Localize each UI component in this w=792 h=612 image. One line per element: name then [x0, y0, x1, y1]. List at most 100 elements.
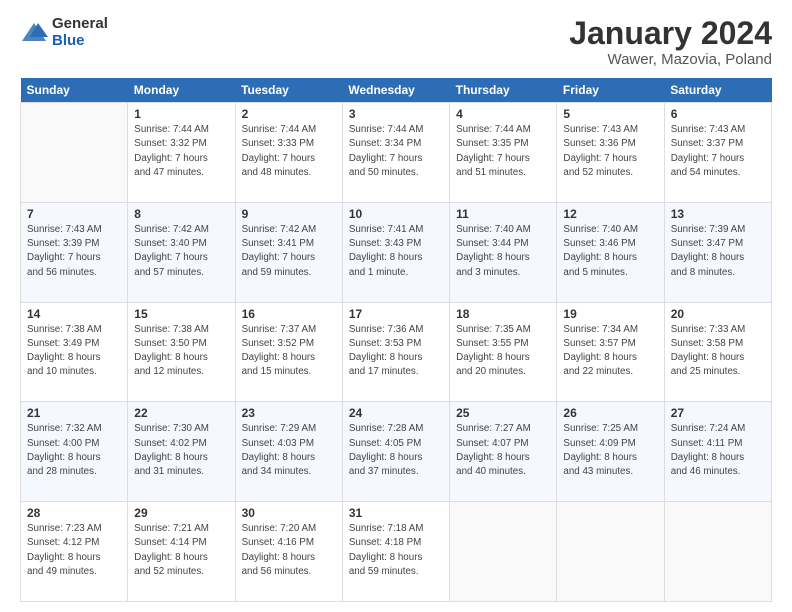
- day-info-11: Sunrise: 7:40 AMSunset: 3:44 PMDaylight:…: [456, 223, 550, 280]
- day-info-28: Sunrise: 7:23 AMSunset: 4:12 PMDaylight:…: [27, 522, 121, 579]
- day-cell-w0-d2: 2 Sunrise: 7:44 AMSunset: 3:33 PMDaylight…: [235, 103, 342, 203]
- day-number-7: 7: [27, 207, 121, 221]
- day-info-8: Sunrise: 7:42 AMSunset: 3:40 PMDaylight:…: [134, 223, 228, 280]
- day-number-6: 6: [671, 107, 765, 121]
- day-number-24: 24: [349, 406, 443, 420]
- day-cell-w2-d5: 19 Sunrise: 7:34 AMSunset: 3:57 PMDayligh…: [557, 302, 664, 402]
- day-number-20: 20: [671, 307, 765, 321]
- day-info-27: Sunrise: 7:24 AMSunset: 4:11 PMDaylight:…: [671, 422, 765, 479]
- day-info-20: Sunrise: 7:33 AMSunset: 3:58 PMDaylight:…: [671, 323, 765, 380]
- day-info-15: Sunrise: 7:38 AMSunset: 3:50 PMDaylight:…: [134, 323, 228, 380]
- day-info-23: Sunrise: 7:29 AMSunset: 4:03 PMDaylight:…: [242, 422, 336, 479]
- header: General Blue January 2024 Wawer, Mazovia…: [20, 16, 772, 68]
- day-info-24: Sunrise: 7:28 AMSunset: 4:05 PMDaylight:…: [349, 422, 443, 479]
- day-number-1: 1: [134, 107, 228, 121]
- month-title: January 2024: [569, 16, 772, 51]
- day-cell-w4-d6: [664, 502, 771, 602]
- logo: General Blue: [20, 16, 108, 49]
- day-info-16: Sunrise: 7:37 AMSunset: 3:52 PMDaylight:…: [242, 323, 336, 380]
- day-info-4: Sunrise: 7:44 AMSunset: 3:35 PMDaylight:…: [456, 123, 550, 180]
- day-cell-w2-d2: 16 Sunrise: 7:37 AMSunset: 3:52 PMDayligh…: [235, 302, 342, 402]
- day-number-14: 14: [27, 307, 121, 321]
- day-info-6: Sunrise: 7:43 AMSunset: 3:37 PMDaylight:…: [671, 123, 765, 180]
- day-info-13: Sunrise: 7:39 AMSunset: 3:47 PMDaylight:…: [671, 223, 765, 280]
- day-info-10: Sunrise: 7:41 AMSunset: 3:43 PMDaylight:…: [349, 223, 443, 280]
- week-row-2: 14 Sunrise: 7:38 AMSunset: 3:49 PMDayligh…: [21, 302, 772, 402]
- day-number-5: 5: [563, 107, 657, 121]
- day-number-19: 19: [563, 307, 657, 321]
- day-info-12: Sunrise: 7:40 AMSunset: 3:46 PMDaylight:…: [563, 223, 657, 280]
- week-row-0: 1 Sunrise: 7:44 AMSunset: 3:32 PMDaylight…: [21, 103, 772, 203]
- day-info-26: Sunrise: 7:25 AMSunset: 4:09 PMDaylight:…: [563, 422, 657, 479]
- header-wednesday: Wednesday: [342, 78, 449, 103]
- day-number-27: 27: [671, 406, 765, 420]
- day-cell-w0-d0: [21, 103, 128, 203]
- day-info-21: Sunrise: 7:32 AMSunset: 4:00 PMDaylight:…: [27, 422, 121, 479]
- weekday-header-row: Sunday Monday Tuesday Wednesday Thursday…: [21, 78, 772, 103]
- day-number-15: 15: [134, 307, 228, 321]
- day-info-18: Sunrise: 7:35 AMSunset: 3:55 PMDaylight:…: [456, 323, 550, 380]
- day-number-21: 21: [27, 406, 121, 420]
- day-cell-w3-d0: 21 Sunrise: 7:32 AMSunset: 4:00 PMDayligh…: [21, 402, 128, 502]
- day-number-2: 2: [242, 107, 336, 121]
- day-cell-w1-d0: 7 Sunrise: 7:43 AMSunset: 3:39 PMDaylight…: [21, 202, 128, 302]
- day-info-29: Sunrise: 7:21 AMSunset: 4:14 PMDaylight:…: [134, 522, 228, 579]
- day-info-14: Sunrise: 7:38 AMSunset: 3:49 PMDaylight:…: [27, 323, 121, 380]
- day-number-13: 13: [671, 207, 765, 221]
- location: Wawer, Mazovia, Poland: [569, 51, 772, 68]
- day-cell-w4-d0: 28 Sunrise: 7:23 AMSunset: 4:12 PMDayligh…: [21, 502, 128, 602]
- day-number-17: 17: [349, 307, 443, 321]
- day-info-30: Sunrise: 7:20 AMSunset: 4:16 PMDaylight:…: [242, 522, 336, 579]
- day-cell-w3-d5: 26 Sunrise: 7:25 AMSunset: 4:09 PMDayligh…: [557, 402, 664, 502]
- day-number-8: 8: [134, 207, 228, 221]
- day-cell-w3-d3: 24 Sunrise: 7:28 AMSunset: 4:05 PMDayligh…: [342, 402, 449, 502]
- day-info-1: Sunrise: 7:44 AMSunset: 3:32 PMDaylight:…: [134, 123, 228, 180]
- day-info-7: Sunrise: 7:43 AMSunset: 3:39 PMDaylight:…: [27, 223, 121, 280]
- day-cell-w1-d3: 10Sunrise: 7:41 AMSunset: 3:43 PMDayligh…: [342, 202, 449, 302]
- day-number-25: 25: [456, 406, 550, 420]
- day-cell-w3-d1: 22Sunrise: 7:30 AMSunset: 4:02 PMDayligh…: [128, 402, 235, 502]
- day-info-31: Sunrise: 7:18 AMSunset: 4:18 PMDaylight:…: [349, 522, 443, 579]
- day-cell-w0-d4: 4 Sunrise: 7:44 AMSunset: 3:35 PMDaylight…: [450, 103, 557, 203]
- day-number-28: 28: [27, 506, 121, 520]
- header-friday: Friday: [557, 78, 664, 103]
- header-monday: Monday: [128, 78, 235, 103]
- header-saturday: Saturday: [664, 78, 771, 103]
- header-tuesday: Tuesday: [235, 78, 342, 103]
- day-info-9: Sunrise: 7:42 AMSunset: 3:41 PMDaylight:…: [242, 223, 336, 280]
- day-cell-w0-d1: 1 Sunrise: 7:44 AMSunset: 3:32 PMDaylight…: [128, 103, 235, 203]
- day-number-31: 31: [349, 506, 443, 520]
- day-info-25: Sunrise: 7:27 AMSunset: 4:07 PMDaylight:…: [456, 422, 550, 479]
- day-info-2: Sunrise: 7:44 AMSunset: 3:33 PMDaylight:…: [242, 123, 336, 180]
- day-cell-w1-d1: 8 Sunrise: 7:42 AMSunset: 3:40 PMDaylight…: [128, 202, 235, 302]
- calendar-table: Sunday Monday Tuesday Wednesday Thursday…: [20, 78, 772, 602]
- day-number-4: 4: [456, 107, 550, 121]
- week-row-1: 7 Sunrise: 7:43 AMSunset: 3:39 PMDaylight…: [21, 202, 772, 302]
- day-number-12: 12: [563, 207, 657, 221]
- day-cell-w1-d5: 12 Sunrise: 7:40 AMSunset: 3:46 PMDayligh…: [557, 202, 664, 302]
- day-number-29: 29: [134, 506, 228, 520]
- logo-blue-text: Blue: [52, 33, 108, 50]
- day-cell-w2-d4: 18Sunrise: 7:35 AMSunset: 3:55 PMDayligh…: [450, 302, 557, 402]
- day-info-19: Sunrise: 7:34 AMSunset: 3:57 PMDaylight:…: [563, 323, 657, 380]
- day-number-26: 26: [563, 406, 657, 420]
- day-cell-w4-d2: 30Sunrise: 7:20 AMSunset: 4:16 PMDayligh…: [235, 502, 342, 602]
- day-number-22: 22: [134, 406, 228, 420]
- title-section: January 2024 Wawer, Mazovia, Poland: [569, 16, 772, 68]
- day-cell-w4-d1: 29 Sunrise: 7:21 AMSunset: 4:14 PMDayligh…: [128, 502, 235, 602]
- day-info-17: Sunrise: 7:36 AMSunset: 3:53 PMDaylight:…: [349, 323, 443, 380]
- day-cell-w4-d4: [450, 502, 557, 602]
- day-cell-w3-d6: 27 Sunrise: 7:24 AMSunset: 4:11 PMDayligh…: [664, 402, 771, 502]
- day-number-23: 23: [242, 406, 336, 420]
- day-cell-w3-d4: 25 Sunrise: 7:27 AMSunset: 4:07 PMDayligh…: [450, 402, 557, 502]
- day-cell-w4-d3: 31 Sunrise: 7:18 AMSunset: 4:18 PMDayligh…: [342, 502, 449, 602]
- day-cell-w0-d6: 6 Sunrise: 7:43 AMSunset: 3:37 PMDaylight…: [664, 103, 771, 203]
- header-sunday: Sunday: [21, 78, 128, 103]
- day-cell-w3-d2: 23 Sunrise: 7:29 AMSunset: 4:03 PMDayligh…: [235, 402, 342, 502]
- header-thursday: Thursday: [450, 78, 557, 103]
- day-cell-w1-d6: 13 Sunrise: 7:39 AMSunset: 3:47 PMDayligh…: [664, 202, 771, 302]
- day-cell-w4-d5: [557, 502, 664, 602]
- day-number-16: 16: [242, 307, 336, 321]
- week-row-4: 28 Sunrise: 7:23 AMSunset: 4:12 PMDayligh…: [21, 502, 772, 602]
- day-cell-w1-d2: 9Sunrise: 7:42 AMSunset: 3:41 PMDaylight…: [235, 202, 342, 302]
